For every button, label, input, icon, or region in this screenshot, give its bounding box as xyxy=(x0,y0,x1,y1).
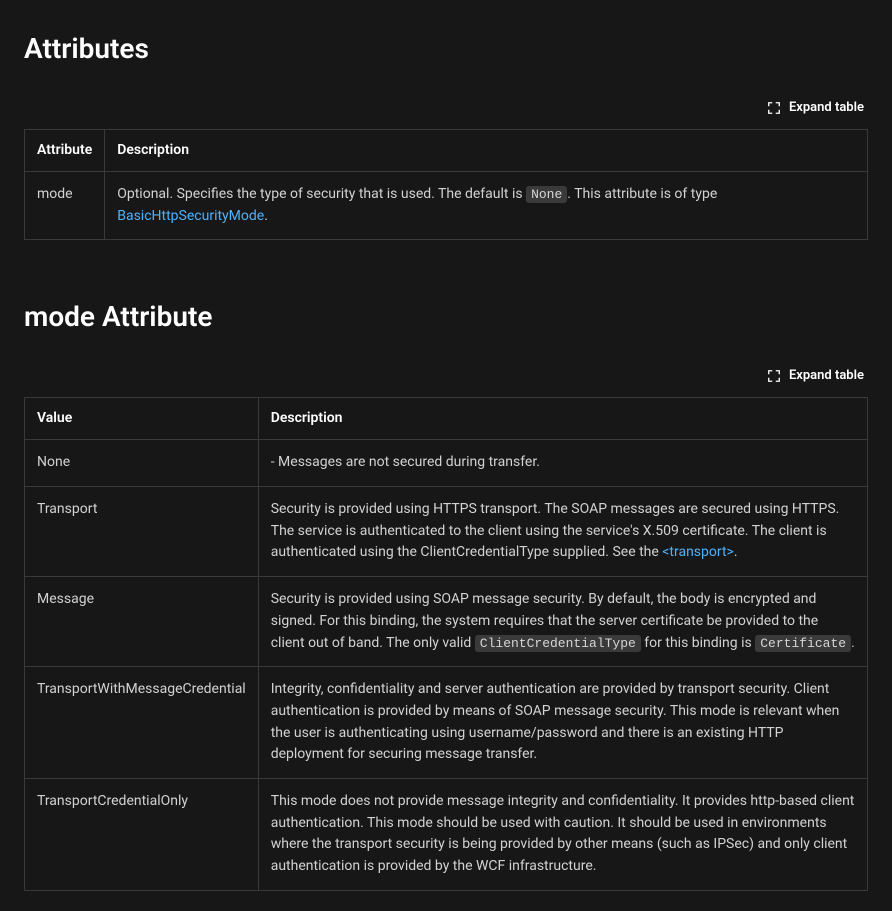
certificate-code: Certificate xyxy=(755,635,851,652)
expand-table-button-attributes[interactable]: Expand table xyxy=(763,98,868,117)
table-row: TransportWithMessageCredential Integrity… xyxy=(25,667,868,779)
mode-description: This mode does not provide message integ… xyxy=(258,778,867,890)
expand-table-button-mode[interactable]: Expand table xyxy=(763,366,868,385)
desc-prefix-text: Security is provided using HTTPS transpo… xyxy=(271,501,840,560)
mode-attribute-heading: mode Attribute xyxy=(24,296,868,338)
attribute-description: Optional. Specifies the type of security… xyxy=(105,172,868,240)
mode-description: Integrity, confidentiality and server au… xyxy=(258,667,867,779)
table-row: TransportCredentialOnly This mode does n… xyxy=(25,778,868,890)
mode-value: Message xyxy=(25,577,259,667)
expand-icon xyxy=(767,369,781,383)
desc-mid-text: . This attribute is of type xyxy=(567,186,717,202)
mode-attribute-table: Value Description None - Messages are no… xyxy=(24,397,868,890)
mode-description: - Messages are not secured during transf… xyxy=(258,440,867,487)
desc-suffix-text: . xyxy=(851,635,855,651)
mode-value: None xyxy=(25,440,259,487)
mode-value: TransportWithMessageCredential xyxy=(25,667,259,779)
table-header-row: Value Description xyxy=(25,398,868,440)
attributes-table: Attribute Description mode Optional. Spe… xyxy=(24,129,868,240)
table-row: Message Security is provided using SOAP … xyxy=(25,577,868,667)
mode-value: Transport xyxy=(25,487,259,577)
col-description-header: Description xyxy=(258,398,867,440)
mode-description: Security is provided using HTTPS transpo… xyxy=(258,487,867,577)
desc-mid-text: for this binding is xyxy=(641,635,755,651)
desc-suffix-text: . xyxy=(734,544,738,560)
expand-table-label: Expand table xyxy=(789,368,864,383)
desc-suffix-text: . xyxy=(264,208,268,224)
mode-description: Security is provided using SOAP message … xyxy=(258,577,867,667)
default-value-code: None xyxy=(526,186,567,203)
type-link[interactable]: BasicHttpSecurityMode xyxy=(117,208,264,224)
attributes-heading: Attributes xyxy=(24,28,868,70)
col-description-header: Description xyxy=(105,130,868,172)
col-value-header: Value xyxy=(25,398,259,440)
mode-value: TransportCredentialOnly xyxy=(25,778,259,890)
desc-prefix-text: Optional. Specifies the type of security… xyxy=(117,186,526,202)
expand-table-label: Expand table xyxy=(789,100,864,115)
attribute-value: mode xyxy=(25,172,105,240)
clientcredentialtype-code: ClientCredentialType xyxy=(475,635,641,652)
table-row: None - Messages are not secured during t… xyxy=(25,440,868,487)
transport-link[interactable]: <transport> xyxy=(662,544,734,560)
expand-icon xyxy=(767,101,781,115)
table-header-row: Attribute Description xyxy=(25,130,868,172)
table-row: mode Optional. Specifies the type of sec… xyxy=(25,172,868,240)
col-attribute-header: Attribute xyxy=(25,130,105,172)
table-row: Transport Security is provided using HTT… xyxy=(25,487,868,577)
